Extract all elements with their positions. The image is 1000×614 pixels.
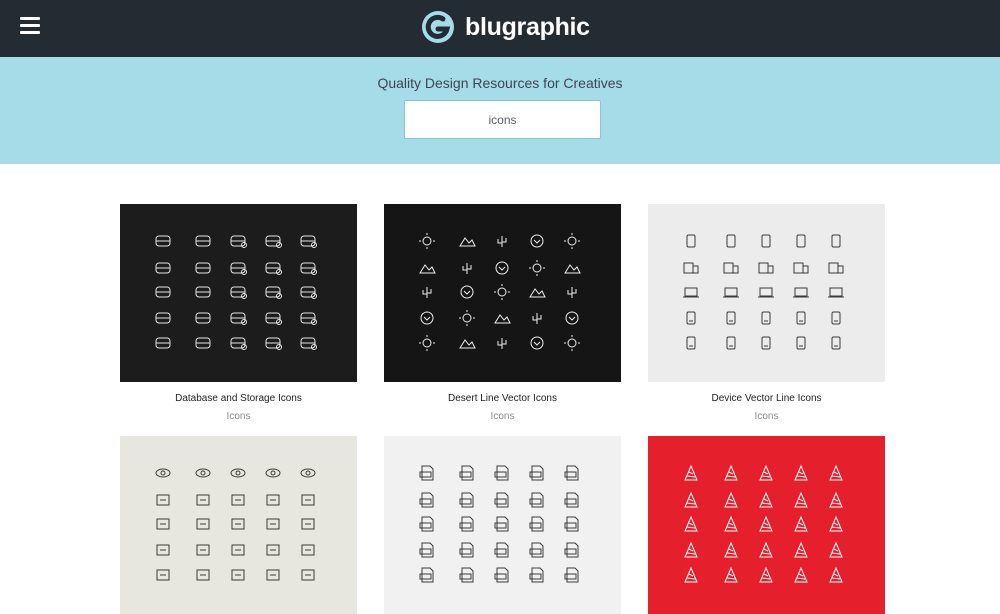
search-input[interactable] [404,100,601,139]
resource-grid: Database and Storage Icons Icons Desert … [0,164,1000,614]
resource-card[interactable]: Desert Line Vector Icons Icons [384,204,621,422]
thumbnail-background [648,436,885,614]
resource-card[interactable] [648,436,885,614]
card-title[interactable]: Database and Storage Icons [120,393,357,404]
card-category[interactable]: Icons [648,411,885,422]
card-thumbnail[interactable] [384,204,621,382]
hero-banner: Quality Design Resources for Creatives [0,57,1000,164]
resource-card[interactable]: Device Vector Line Icons Icons [648,204,885,422]
resource-card[interactable] [384,436,621,614]
thumbnail-background [120,436,357,614]
card-thumbnail[interactable] [120,436,357,614]
card-title[interactable]: Desert Line Vector Icons [384,393,621,404]
card-title[interactable]: Device Vector Line Icons [648,393,885,404]
icon-set-preview [384,204,621,382]
card-thumbnail[interactable] [384,436,621,614]
tagline: Quality Design Resources for Creatives [377,75,623,91]
thumbnail-background [648,204,885,382]
brand-name: blugraphic [465,12,590,41]
card-thumbnail[interactable] [648,204,885,382]
card-category[interactable]: Icons [384,411,621,422]
top-bar: blugraphic [0,0,1000,57]
resource-card[interactable]: Database and Storage Icons Icons [120,204,357,422]
icon-set-preview [120,204,357,382]
card-category[interactable]: Icons [120,411,357,422]
icon-set-preview [648,204,885,382]
resource-card[interactable] [120,436,357,614]
card-thumbnail[interactable] [648,436,885,614]
hamburger-icon[interactable] [20,17,40,35]
icon-set-preview [120,436,357,614]
brand-logo[interactable]: blugraphic [421,9,590,45]
icon-set-preview [384,436,621,614]
blugraphic-logo-icon [422,11,454,43]
thumbnail-background [384,204,621,382]
icon-set-preview [648,436,885,614]
card-thumbnail[interactable] [120,204,357,382]
